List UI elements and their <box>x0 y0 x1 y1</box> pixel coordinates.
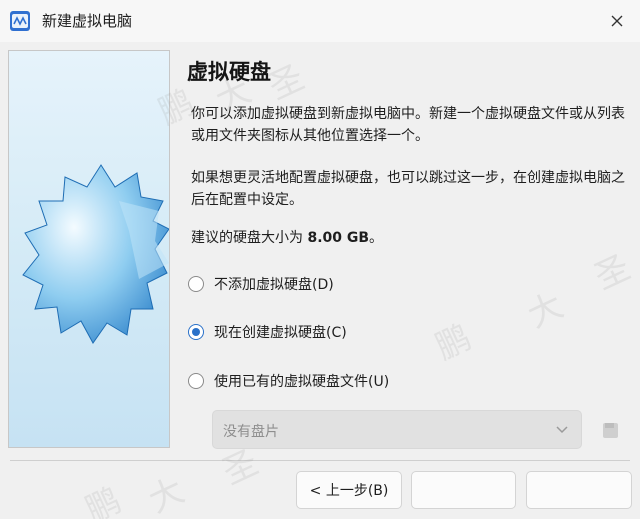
radio-use-existing-disk[interactable]: 使用已有的虚拟硬盘文件(U) <box>188 369 389 393</box>
intro-text: 你可以添加虚拟硬盘到新虚拟电脑中。新建一个虚拟硬盘文件或从列表或用文件夹图标从其… <box>191 106 625 144</box>
chevron-down-icon <box>556 426 568 434</box>
footer-divider <box>10 460 630 461</box>
disk-select-value: 没有盘片 <box>223 424 279 440</box>
recommended-size-value: 8.00 GB <box>307 230 370 246</box>
disk-select-dropdown[interactable]: 没有盘片 <box>212 410 582 449</box>
virtualbox-icon <box>10 11 30 31</box>
radio-label: 不添加虚拟硬盘(D) <box>214 277 334 293</box>
radio-button[interactable] <box>188 276 204 292</box>
folder-icon[interactable] <box>601 420 621 440</box>
cancel-button[interactable] <box>526 471 632 509</box>
window-title: 新建虚拟电脑 <box>42 12 133 30</box>
watermark: 鹏 <box>429 317 478 368</box>
radio-no-disk[interactable]: 不添加虚拟硬盘(D) <box>188 272 334 296</box>
radio-label: 使用已有的虚拟硬盘文件(U) <box>214 374 390 390</box>
watermark: 大 <box>142 470 191 519</box>
recommend-prefix: 建议的硬盘大小为 <box>191 230 308 246</box>
back-button[interactable]: < 上一步(B) <box>296 471 402 509</box>
watermark: 鹏 <box>79 480 128 519</box>
starburst-graphic <box>22 164 169 344</box>
close-icon[interactable] <box>606 10 628 32</box>
page-heading: 虚拟硬盘 <box>187 60 271 84</box>
next-button[interactable] <box>411 471 516 509</box>
title-bar: 新建虚拟电脑 <box>0 0 640 42</box>
watermark: 大 <box>521 285 570 336</box>
recommend-suffix: 。 <box>369 230 384 246</box>
radio-button-selected[interactable] <box>188 324 204 340</box>
skip-hint-text: 如果想更灵活地配置虚拟硬盘，也可以跳过这一步，在创建虚拟电脑之后在配置中设定。 <box>191 170 625 208</box>
radio-create-disk[interactable]: 现在创建虚拟硬盘(C) <box>188 320 347 344</box>
radio-button[interactable] <box>188 373 204 389</box>
recommended-size-text: 建议的硬盘大小为 8.00 GB。 <box>191 227 627 249</box>
radio-label: 现在创建虚拟硬盘(C) <box>214 325 347 341</box>
wizard-side-image <box>8 50 170 448</box>
